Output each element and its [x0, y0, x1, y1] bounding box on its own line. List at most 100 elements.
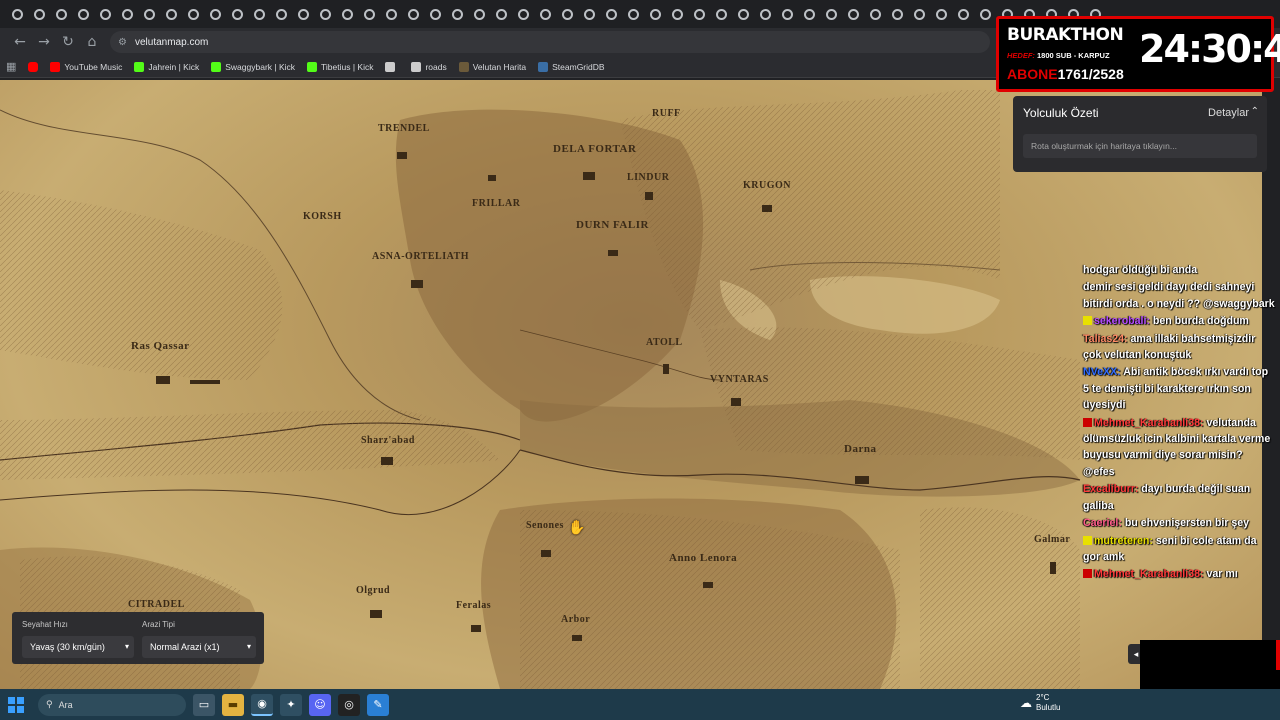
browser-tab[interactable] [644, 3, 666, 25]
chevron-up-icon[interactable]: ⌃ [1251, 106, 1259, 117]
reload-icon[interactable]: ↻ [56, 30, 80, 54]
taskbar: ⚲ Ara ▭ ▬ ◉ ✦ ☺ ◎ ✎ ☁ 2°C Bulutlu [0, 689, 1280, 720]
browser-tab[interactable] [776, 3, 798, 25]
chrome-icon[interactable]: ◉ [251, 693, 273, 716]
bookmark-item[interactable]: Velutan Harita [458, 61, 527, 72]
browser-tab[interactable] [974, 3, 996, 25]
browser-tab[interactable] [556, 3, 578, 25]
browser-tab[interactable] [336, 3, 358, 25]
browser-tab[interactable] [314, 3, 336, 25]
browser-tab[interactable] [666, 3, 688, 25]
bookmark-icon [134, 61, 145, 72]
chat-username: Caeriel: [1083, 517, 1122, 530]
chat-message: Excaliburr: dayı burda değil suan galiba [1080, 481, 1276, 514]
speed-label: Seyahat Hızı [22, 620, 68, 629]
bookmark-item[interactable]: Swaggybark | Kick [211, 61, 295, 72]
cloud-icon: ☁ [1020, 696, 1032, 710]
browser-tab[interactable] [908, 3, 930, 25]
home-icon[interactable]: ⌂ [80, 30, 104, 54]
weather-widget[interactable]: ☁ 2°C Bulutlu [1020, 693, 1060, 713]
file-explorer-icon[interactable]: ▬ [222, 693, 244, 716]
journey-hint: Rota oluşturmak için haritaya tıklayın..… [1023, 134, 1257, 158]
browser-tab[interactable] [226, 3, 248, 25]
browser-tab[interactable] [94, 3, 116, 25]
browser-tab[interactable] [402, 3, 424, 25]
browser-tab[interactable] [160, 3, 182, 25]
browser-tab[interactable] [380, 3, 402, 25]
bookmark-item[interactable]: roads [411, 61, 447, 72]
browser-tab[interactable] [468, 3, 490, 25]
browser-tab[interactable] [182, 3, 204, 25]
browser-tab[interactable] [534, 3, 556, 25]
browser-tab[interactable] [424, 3, 446, 25]
chat-message: NVeXX: Abi antik böcek ırkı vardı top 5 … [1080, 364, 1276, 413]
site-info-icon[interactable]: ⚙ [118, 37, 127, 48]
address-bar[interactable]: ⚙ velutanmap.com [110, 31, 990, 53]
bookmark-label: Velutan Harita [472, 61, 527, 72]
bookmark-item[interactable]: SteamGridDB [538, 61, 605, 72]
windows-start-icon[interactable] [0, 689, 32, 720]
browser-tab[interactable] [732, 3, 754, 25]
app-icon-2[interactable]: ✎ [367, 693, 389, 716]
youtube-icon[interactable] [28, 61, 39, 72]
chat-username: NVeXX: [1083, 366, 1121, 379]
chat-text: demir sesi geldi dayı dedi sahneyi bitir… [1083, 281, 1275, 310]
bookmark-item[interactable]: Jahrein | Kick [134, 61, 199, 72]
forward-icon[interactable]: → [32, 30, 56, 54]
back-icon[interactable]: ← [8, 30, 32, 54]
speed-select[interactable]: Yavaş (30 km/gün) ▾ [22, 636, 134, 658]
chat-username: sekerobali: [1094, 315, 1150, 328]
browser-tab[interactable] [578, 3, 600, 25]
browser-tab[interactable] [204, 3, 226, 25]
terrain-select[interactable]: Normal Arazi (x1) ▾ [142, 636, 256, 658]
browser-tab[interactable] [688, 3, 710, 25]
chat-badge-icon [1083, 535, 1092, 545]
browser-tab[interactable] [6, 3, 28, 25]
browser-tab[interactable] [798, 3, 820, 25]
browser-tab[interactable] [842, 3, 864, 25]
browser-tab[interactable] [50, 3, 72, 25]
bookmark-item[interactable]: Tibetius | Kick [307, 61, 373, 72]
browser-tab[interactable] [930, 3, 952, 25]
chat-username: Talias24: [1083, 332, 1128, 345]
taskbar-search[interactable]: ⚲ Ara [38, 693, 186, 716]
bookmark-item[interactable] [385, 61, 399, 72]
browser-tab[interactable] [446, 3, 468, 25]
browser-tab[interactable] [292, 3, 314, 25]
chat-username: Mehmet_Karahanli38: [1094, 416, 1204, 429]
browser-tab[interactable] [116, 3, 138, 25]
app-icon[interactable]: ✦ [280, 693, 302, 716]
map-label-asna-ortelaith: ASNA-ORTELIATH [372, 251, 470, 262]
travel-controls: Seyahat Hızı Yavaş (30 km/gün) ▾ Arazi T… [12, 612, 264, 664]
browser-tab[interactable] [28, 3, 50, 25]
overlay-goal-label: HEDEF: [1007, 51, 1035, 60]
map-label-ruff: RUFF [652, 108, 681, 119]
browser-tab[interactable] [490, 3, 512, 25]
browser-tab[interactable] [512, 3, 534, 25]
browser-tab[interactable] [952, 3, 974, 25]
browser-tab[interactable] [754, 3, 776, 25]
journey-title: Yolculuk Özeti [1023, 106, 1099, 120]
details-toggle[interactable]: Detaylar [1208, 107, 1249, 119]
browser-tab[interactable] [358, 3, 380, 25]
browser-tab[interactable] [710, 3, 732, 25]
obs-icon[interactable]: ◎ [338, 693, 360, 716]
terrain-label: Arazi Tipi [142, 620, 175, 629]
browser-tab[interactable] [248, 3, 270, 25]
map-label-darna: Darna [844, 443, 877, 455]
map-label-trendel: TRENDEL [378, 123, 430, 134]
bookmark-label: SteamGridDB [552, 61, 605, 72]
browser-tab[interactable] [270, 3, 292, 25]
browser-tab[interactable] [622, 3, 644, 25]
map-label-arbor: Arbor [561, 614, 591, 625]
browser-tab[interactable] [72, 3, 94, 25]
bookmark-item[interactable]: YouTube Music [50, 61, 122, 72]
browser-tab[interactable] [886, 3, 908, 25]
discord-icon[interactable]: ☺ [309, 693, 331, 716]
browser-tab[interactable] [820, 3, 842, 25]
task-view-icon[interactable]: ▭ [193, 693, 215, 716]
browser-tab[interactable] [600, 3, 622, 25]
browser-tab[interactable] [864, 3, 886, 25]
browser-tab[interactable] [138, 3, 160, 25]
apps-icon[interactable]: ▦ [6, 60, 16, 73]
